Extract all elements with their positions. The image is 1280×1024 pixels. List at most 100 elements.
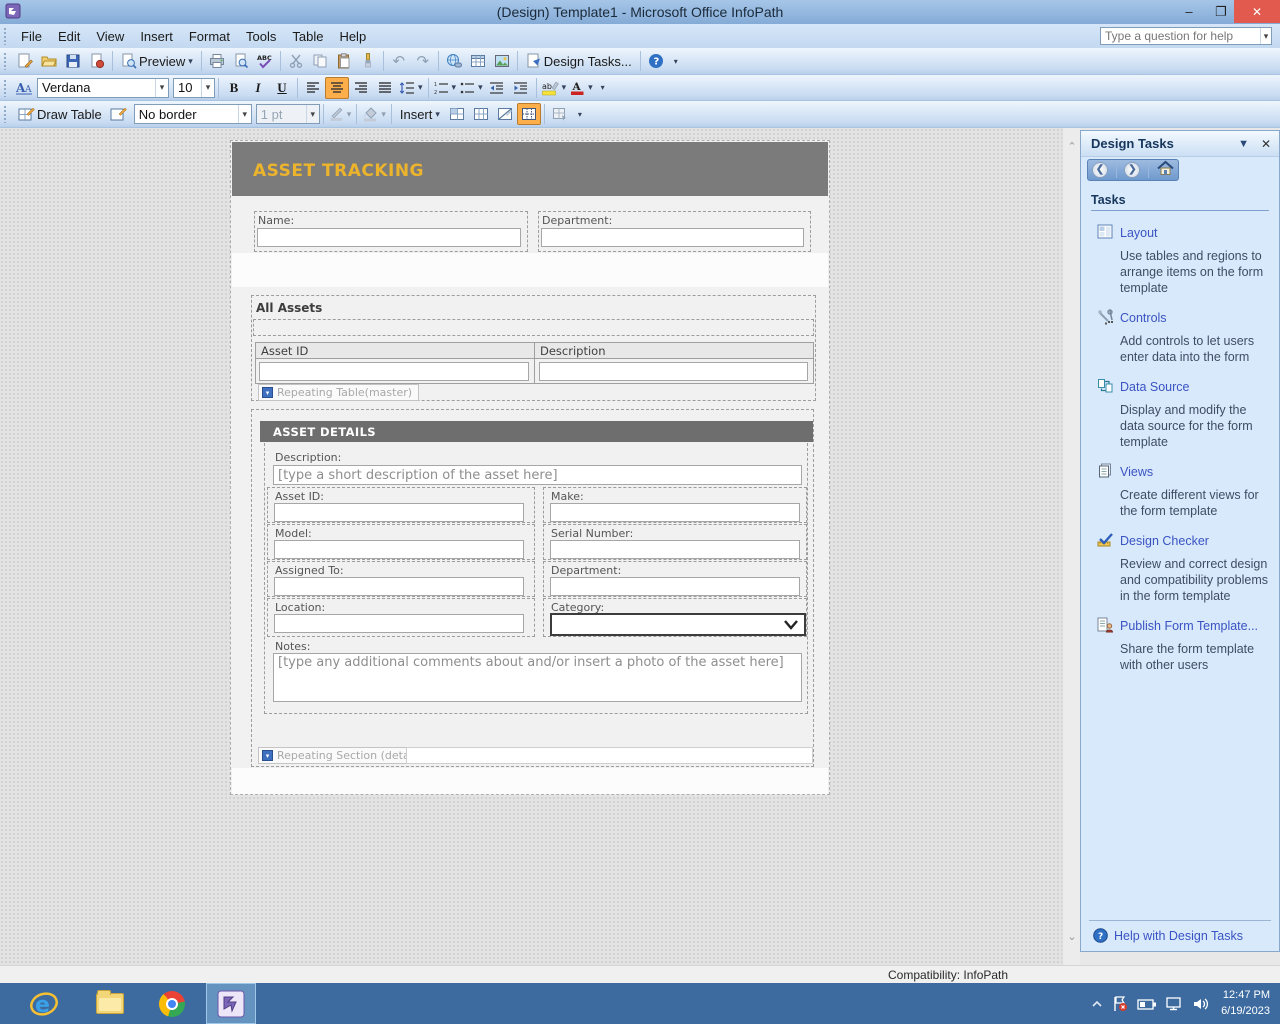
- task-item-publish[interactable]: Publish Form Template...: [1091, 617, 1269, 635]
- preview-button[interactable]: Preview ▾: [116, 50, 198, 72]
- form-header-banner[interactable]: ASSET TRACKING: [232, 142, 828, 196]
- asset-id-detail-cell[interactable]: Asset ID:: [267, 487, 535, 523]
- name-input[interactable]: [257, 228, 521, 247]
- taskbar-internet-explorer-icon[interactable]: e: [22, 983, 66, 1024]
- increase-indent-button[interactable]: [509, 77, 533, 99]
- model-detail-input[interactable]: [274, 540, 524, 559]
- asset-details-section[interactable]: ASSET DETAILS Description: Asset ID: Mak…: [251, 409, 814, 767]
- description-column-header[interactable]: Description: [534, 342, 814, 359]
- task-item-controls[interactable]: Controls: [1091, 309, 1269, 327]
- forward-icon[interactable]: ❯: [1124, 162, 1140, 178]
- underline-button[interactable]: U: [270, 77, 294, 99]
- taskbar-file-explorer-icon[interactable]: [88, 983, 132, 1024]
- department-field-cell[interactable]: Department:: [538, 211, 811, 252]
- toolbar-options-button[interactable]: ▾: [670, 50, 682, 72]
- details-description-input[interactable]: [273, 465, 802, 485]
- home-icon[interactable]: [1157, 160, 1174, 181]
- task-link-design-checker[interactable]: Design Checker: [1120, 534, 1209, 548]
- action-center-flag-icon[interactable]: [1111, 995, 1129, 1013]
- notes-textarea[interactable]: [273, 653, 802, 702]
- task-item-design-checker[interactable]: Design Checker: [1091, 532, 1269, 550]
- help-question-box[interactable]: ▾: [1100, 27, 1272, 45]
- assigned-to-detail-input[interactable]: [274, 577, 524, 596]
- cut-button[interactable]: [284, 50, 308, 72]
- font-color-button[interactable]: A▾: [568, 77, 595, 99]
- styles-button[interactable]: AA: [13, 77, 37, 99]
- form-template-page[interactable]: ASSET TRACKING Name: Department: All Ass…: [230, 140, 830, 795]
- serial-number-detail-input[interactable]: [550, 540, 800, 559]
- task-pane-close-icon[interactable]: ✕: [1261, 137, 1271, 151]
- font-name-dropdown-arrow[interactable]: ▾: [155, 79, 168, 97]
- task-link-controls[interactable]: Controls: [1120, 311, 1167, 325]
- location-detail-cell[interactable]: Location:: [267, 598, 535, 637]
- all-assets-table[interactable]: Asset ID Description: [255, 342, 814, 384]
- help-question-input[interactable]: [1101, 29, 1260, 43]
- menu-tools[interactable]: Tools: [238, 26, 284, 47]
- taskbar-infopath-icon[interactable]: [206, 983, 256, 1024]
- print-button[interactable]: [205, 50, 229, 72]
- format-painter-button[interactable]: [356, 50, 380, 72]
- help-with-design-tasks-link[interactable]: Help with Design Tasks: [1114, 929, 1243, 943]
- network-icon[interactable]: [1165, 996, 1184, 1011]
- insert-table-button[interactable]: [466, 50, 490, 72]
- font-size-dropdown-arrow[interactable]: ▾: [201, 79, 214, 97]
- border-style-dropdown-arrow[interactable]: ▾: [238, 105, 251, 123]
- insert-menu-button[interactable]: Insert ▾: [395, 103, 445, 125]
- serial-number-detail-cell[interactable]: Serial Number:: [543, 524, 807, 560]
- decrease-indent-button[interactable]: [485, 77, 509, 99]
- open-button[interactable]: [37, 50, 61, 72]
- asset-id-cell[interactable]: [255, 358, 535, 384]
- menu-file[interactable]: File: [13, 26, 50, 47]
- vertical-scrollbar[interactable]: ⌃ ⌄: [1062, 128, 1080, 965]
- show-hidden-icons-chevron[interactable]: [1091, 1000, 1103, 1008]
- assigned-to-detail-cell[interactable]: Assigned To:: [267, 561, 535, 597]
- all-assets-empty-row[interactable]: [253, 319, 814, 336]
- show-gridlines-button[interactable]: [517, 103, 541, 125]
- description-cell[interactable]: [534, 358, 814, 384]
- task-link-publish[interactable]: Publish Form Template...: [1120, 619, 1258, 633]
- task-pane-help-row[interactable]: ? Help with Design Tasks: [1089, 920, 1271, 943]
- menu-edit[interactable]: Edit: [50, 26, 88, 47]
- task-item-layout[interactable]: Layout: [1091, 224, 1269, 242]
- restore-button[interactable]: ❐: [1206, 0, 1236, 23]
- print-preview-button[interactable]: [229, 50, 253, 72]
- align-left-button[interactable]: [301, 77, 325, 99]
- description-table-input[interactable]: [539, 362, 808, 381]
- department-detail-cell[interactable]: Department:: [543, 561, 807, 597]
- taskbar-chrome-icon[interactable]: [150, 983, 194, 1024]
- asset-id-column-header[interactable]: Asset ID: [255, 342, 535, 359]
- preview-dropdown-arrow[interactable]: ▾: [188, 56, 193, 67]
- toolbar-options-button[interactable]: ▾: [597, 77, 609, 99]
- category-select[interactable]: [550, 613, 806, 636]
- location-detail-input[interactable]: [274, 614, 524, 633]
- asset-details-banner[interactable]: ASSET DETAILS: [260, 421, 813, 442]
- table-pencil-icon[interactable]: [107, 103, 131, 125]
- undo-button[interactable]: ↶: [387, 50, 411, 72]
- taskbar-clock[interactable]: 12:47 PM 6/19/2023: [1221, 988, 1270, 1020]
- copy-button[interactable]: [308, 50, 332, 72]
- insert-hyperlink-button[interactable]: [442, 50, 466, 72]
- model-detail-cell[interactable]: Model:: [267, 524, 535, 560]
- table-split-cells-button[interactable]: [469, 103, 493, 125]
- repeating-section-dropdown-icon[interactable]: ▾: [262, 750, 273, 761]
- menu-help[interactable]: Help: [331, 26, 374, 47]
- department-detail-input[interactable]: [550, 577, 800, 596]
- asset-id-detail-input[interactable]: [274, 503, 524, 522]
- save-button[interactable]: [61, 50, 85, 72]
- design-tasks-button[interactable]: Design Tasks...: [521, 50, 637, 72]
- make-detail-input[interactable]: [550, 503, 800, 522]
- make-detail-cell[interactable]: Make:: [543, 487, 807, 523]
- table-diagonal-button[interactable]: [493, 103, 517, 125]
- task-item-views[interactable]: Views: [1091, 463, 1269, 481]
- align-center-button[interactable]: [325, 77, 349, 99]
- toolbar-options-button[interactable]: ▾: [574, 103, 586, 125]
- asset-id-table-input[interactable]: [259, 362, 529, 381]
- table-merge-cells-button[interactable]: [445, 103, 469, 125]
- category-detail-cell[interactable]: Category:: [543, 598, 807, 637]
- numbering-button[interactable]: 12▾: [432, 77, 459, 99]
- font-size-combo[interactable]: 10 ▾: [173, 78, 215, 98]
- align-right-button[interactable]: [349, 77, 373, 99]
- repeating-table-dropdown-icon[interactable]: ▾: [262, 387, 273, 398]
- minimize-button[interactable]: –: [1174, 0, 1204, 23]
- task-link-layout[interactable]: Layout: [1120, 226, 1158, 240]
